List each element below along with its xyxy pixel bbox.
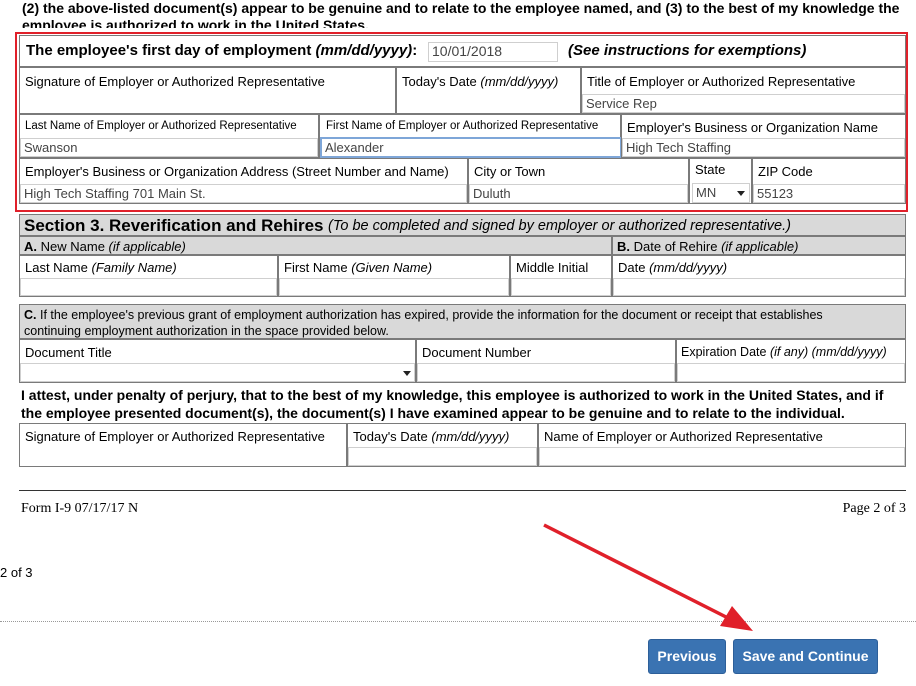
doc-title-select[interactable] xyxy=(20,363,415,382)
previous-button[interactable]: Previous xyxy=(648,639,726,674)
attestation-text: I attest, under penalty of perjury, that… xyxy=(21,387,884,421)
s3-last-name-cell: Last Name (Family Name) xyxy=(19,255,278,297)
red-arrow-icon xyxy=(543,523,753,631)
exp-date-cell: Expiration Date (if any) (mm/dd/yyyy) xyxy=(676,339,906,383)
new-name-header: A. New Name (if applicable) xyxy=(19,236,612,255)
doc-number-input[interactable] xyxy=(417,363,675,382)
s3-date-cell: Date (mm/dd/yyyy) xyxy=(612,255,906,297)
save-and-continue-button[interactable]: Save and Continue xyxy=(733,639,878,674)
s3-first-name-input[interactable] xyxy=(279,278,509,296)
s3-today-input[interactable] xyxy=(348,447,537,466)
page-number-fragment: 2 of 3 xyxy=(0,565,33,580)
footer-divider xyxy=(19,490,906,491)
doc-number-cell: Document Number xyxy=(416,339,676,383)
section3-header: Section 3. Reverification and Rehires (T… xyxy=(19,214,906,236)
section3-title: Section 3. Reverification and Rehires xyxy=(24,216,324,235)
page-number: Page 2 of 3 xyxy=(842,501,906,516)
section3-c-header: C. If the employee's previous grant of e… xyxy=(19,304,906,339)
s3-date-input[interactable] xyxy=(613,278,905,296)
s3-name-input[interactable] xyxy=(539,447,905,466)
s3-name-cell: Name of Employer or Authorized Represent… xyxy=(538,423,906,467)
dotted-divider xyxy=(0,621,916,622)
s3-first-name-cell: First Name (Given Name) xyxy=(278,255,510,297)
exp-date-input[interactable] xyxy=(677,363,905,382)
chevron-down-icon xyxy=(403,371,411,376)
section3-subtitle: (To be completed and signed by employer … xyxy=(328,218,791,234)
doc-title-cell: Document Title xyxy=(19,339,416,383)
highlight-box xyxy=(15,32,908,212)
attestation-text-top: (2) the above-listed document(s) appear … xyxy=(22,0,900,28)
s3-middle-input[interactable] xyxy=(511,278,611,296)
s3-last-name-input[interactable] xyxy=(20,278,277,296)
rehire-header: B. Date of Rehire (if applicable) xyxy=(612,236,906,255)
s3-sig-cell: Signature of Employer or Authorized Repr… xyxy=(19,423,347,467)
s3-today-cell: Today's Date (mm/dd/yyyy) xyxy=(347,423,538,467)
s3-middle-cell: Middle Initial xyxy=(510,255,612,297)
form-id: Form I-9 07/17/17 N xyxy=(21,501,139,516)
